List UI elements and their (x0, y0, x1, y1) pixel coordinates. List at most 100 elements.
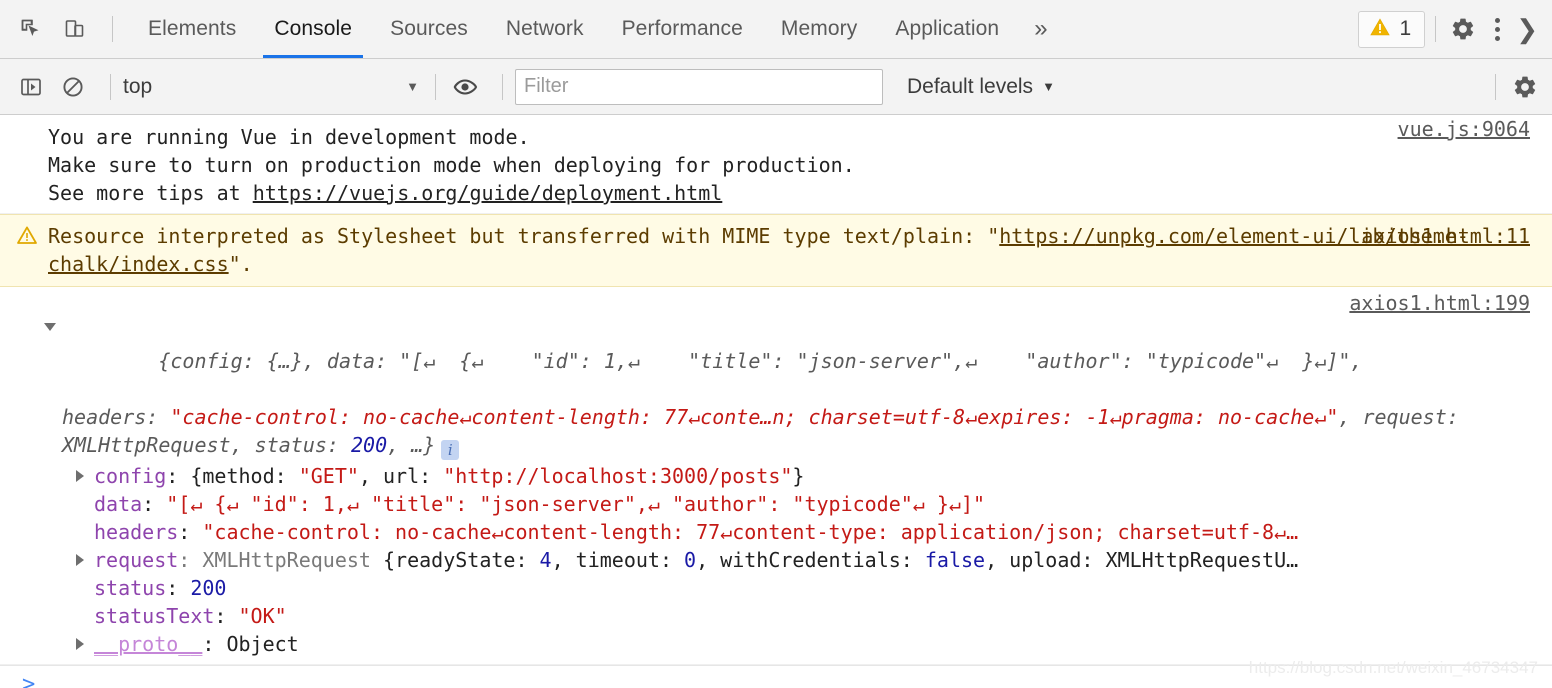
filterbar-right-controls (1483, 70, 1542, 104)
property-name: status (94, 576, 167, 600)
vue-info-line-1: You are running Vue in development mode. (48, 125, 530, 149)
property-value-token: : XMLHttpRequest (178, 548, 383, 572)
property-name: headers (94, 520, 179, 544)
expand-toggle-icon[interactable] (76, 470, 84, 482)
expand-toggle-icon[interactable] (76, 554, 84, 566)
expand-toggle-icon[interactable] (76, 638, 84, 650)
device-toolbar-icon[interactable] (58, 12, 92, 46)
property-value: : Object (202, 632, 298, 656)
property-value-token: : (214, 604, 239, 628)
source-link-vue[interactable]: vue.js:9064 (1398, 115, 1530, 143)
property-value: : XMLHttpRequest {readyState: 4, timeout… (178, 548, 1298, 572)
log-levels-selector[interactable]: Default levels ▼ (907, 75, 1055, 99)
object-preview-headers-key: headers: (62, 405, 159, 429)
execution-context-selector[interactable]: top ▼ (123, 75, 423, 99)
property-name: __proto__ (94, 632, 203, 656)
property-value-token: "cache-control: no-cache↵content-length:… (202, 520, 1299, 544)
property-value-token: "[↵ {↵ "id": 1,↵ "title": "json-server",… (166, 492, 986, 516)
chevron-right-icon[interactable]: ❯ (1514, 16, 1546, 42)
tab-sources[interactable]: Sources (371, 0, 487, 58)
vue-info-line-3-text: See more tips at (48, 181, 253, 205)
property-value: : "cache-control: no-cache↵content-lengt… (178, 520, 1298, 544)
warning-text-after: ". (228, 252, 253, 276)
tabbar-right-divider (1435, 16, 1437, 42)
info-icon[interactable]: i (441, 440, 460, 460)
property-value-token: : {method: (166, 464, 299, 488)
object-preview-line-2: headers: "cache-control: no-cache↵conten… (0, 403, 1552, 460)
filterbar-divider-2 (435, 73, 436, 100)
object-preview-headers-value: "cache-control: no-cache↵content-length:… (170, 405, 1339, 429)
object-property-list: config: {method: "GET", url: "http://loc… (0, 460, 1552, 658)
property-value: : {method: "GET", url: "http://localhost… (166, 464, 804, 488)
more-tabs-button[interactable]: » (1018, 0, 1063, 58)
devtools-window: Elements Console Sources Network Perform… (0, 0, 1552, 688)
warning-link-scheme[interactable]: https:// (999, 224, 1095, 248)
tab-elements[interactable]: Elements (129, 0, 255, 58)
console-message-list[interactable]: vue.js:9064 You are running Vue in devel… (0, 115, 1552, 688)
console-prompt[interactable]: > (0, 665, 1552, 688)
property-name: config (94, 464, 167, 488)
property-row-statustext[interactable]: statusText: "OK" (0, 602, 1552, 630)
console-message-warning[interactable]: axios1.html:11 Resource interpreted as S… (0, 214, 1552, 287)
tabbar-divider (112, 16, 113, 42)
property-row-status[interactable]: status: 200 (0, 574, 1552, 602)
tab-performance[interactable]: Performance (603, 0, 762, 58)
property-value-token: "http://localhost:3000/posts" (443, 464, 793, 488)
live-expression-icon[interactable] (448, 70, 482, 104)
vue-info-line-3: See more tips at https://vuejs.org/guide… (48, 179, 1552, 207)
filterbar-divider-3 (502, 73, 503, 100)
property-value: : "OK" (214, 604, 286, 628)
property-value-token: : (142, 492, 167, 516)
console-input[interactable] (35, 672, 1552, 688)
property-value-token: "OK" (238, 604, 287, 628)
property-name: data (94, 492, 143, 516)
tab-console[interactable]: Console (255, 0, 371, 58)
object-preview-text-1: {config: {…}, data: "[↵ {↵ "id": 1,↵ "ti… (158, 349, 1363, 373)
console-message-vue-info[interactable]: vue.js:9064 You are running Vue in devel… (0, 115, 1552, 214)
filterbar-divider-4 (1495, 73, 1496, 100)
tab-memory[interactable]: Memory (762, 0, 876, 58)
property-row-proto[interactable]: __proto__: Object (0, 630, 1552, 658)
vue-deployment-link[interactable]: https://vuejs.org/guide/deployment.html (253, 181, 723, 205)
property-value-token: , timeout: (551, 548, 685, 572)
chevron-down-icon: ▼ (406, 79, 419, 94)
execution-context-value: top (123, 74, 153, 98)
console-settings-icon[interactable] (1508, 70, 1542, 104)
property-value-token: 200 (190, 576, 227, 600)
warning-count-badge[interactable]: 1 (1357, 10, 1426, 48)
console-message-object[interactable]: axios1.html:199 {config: {…}, data: "[↵ … (0, 287, 1552, 665)
clear-console-icon[interactable] (56, 70, 90, 104)
inspect-element-icon[interactable] (14, 12, 48, 46)
expand-toggle-icon[interactable] (44, 323, 56, 331)
log-levels-label: Default levels (907, 74, 1034, 98)
tab-network[interactable]: Network (487, 0, 603, 58)
gear-icon[interactable] (1446, 12, 1480, 46)
chevron-down-icon: ▼ (1042, 79, 1055, 94)
tabbar-right-controls: 1 ❯ (1357, 0, 1552, 58)
property-value-token: 0 (684, 548, 697, 572)
object-preview-line-1: {config: {…}, data: "[↵ {↵ "id": 1,↵ "ti… (0, 291, 1552, 403)
property-value: : "[↵ {↵ "id": 1,↵ "title": "json-server… (142, 492, 985, 516)
prompt-caret-icon: > (22, 672, 36, 688)
more-options-icon[interactable] (1482, 12, 1512, 46)
property-value-token: , upload: XMLHttpRequestU… (985, 548, 1299, 572)
property-name: statusText (94, 604, 215, 628)
warning-count-value: 1 (1399, 17, 1412, 40)
property-row-data[interactable]: data: "[↵ {↵ "id": 1,↵ "title": "json-se… (0, 490, 1552, 518)
console-filter-bar: top ▼ Default levels ▼ (0, 59, 1552, 115)
property-row-config[interactable]: config: {method: "GET", url: "http://loc… (0, 462, 1552, 490)
show-console-sidebar-icon[interactable] (14, 70, 48, 104)
warning-triangle-icon (16, 224, 38, 252)
property-value-token: , withCredentials: (696, 548, 925, 572)
filter-input[interactable] (515, 68, 883, 105)
property-row-headers[interactable]: headers: "cache-control: no-cache↵conten… (0, 518, 1552, 546)
tabbar-tool-icons (0, 0, 129, 58)
tab-application[interactable]: Application (876, 0, 1018, 58)
property-row-request[interactable]: request: XMLHttpRequest {readyState: 4, … (0, 546, 1552, 574)
warning-triangle-icon (1369, 17, 1391, 42)
property-value: : 200 (166, 576, 226, 600)
property-name: request (94, 548, 179, 572)
source-link-warning[interactable]: axios1.html:11 (1361, 222, 1530, 250)
property-value-token: } (792, 464, 805, 488)
property-value-token: : Object (202, 632, 299, 656)
